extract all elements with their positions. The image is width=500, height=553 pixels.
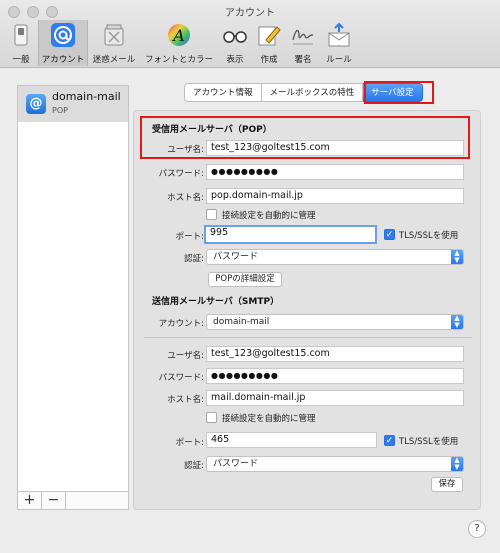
signature-icon [292, 29, 314, 45]
popup-arrows-icon: ▲ ▼ [451, 457, 463, 471]
toolbar-viewing[interactable]: 表示 [220, 20, 250, 66]
accounts-window: アカウント 一般 アカウント 迷惑メール A フォントとカラー 表示 作成 署名… [0, 0, 500, 553]
outgoing-auth-label: 認証: [184, 461, 204, 471]
toolbar-rules[interactable]: ルール [322, 20, 356, 66]
tab-account-info[interactable]: アカウント情報 [184, 83, 262, 102]
at-icon [51, 23, 75, 47]
incoming-auto-manage-checkbox[interactable] [206, 209, 217, 220]
add-account-button[interactable]: + [18, 492, 42, 509]
help-button[interactable]: ? [468, 520, 486, 538]
incoming-password-label: パスワード: [158, 169, 204, 179]
outgoing-username-field[interactable]: test_123@goltest15.com [206, 346, 464, 362]
outgoing-port-field[interactable]: 465 [206, 432, 377, 448]
outgoing-tls-checkbox[interactable]: ✓ [384, 435, 395, 446]
outgoing-host-label: ホスト名: [167, 395, 204, 405]
rules-envelope-icon [328, 22, 350, 47]
incoming-tls-label: TLS/SSLを使用 [399, 231, 459, 241]
toolbar: アカウント 一般 アカウント 迷惑メール A フォントとカラー 表示 作成 署名… [0, 0, 500, 68]
highlight-incoming-server [140, 116, 470, 159]
toolbar-junk-mail[interactable]: 迷惑メール [90, 20, 138, 66]
account-name: domain-mail [52, 90, 121, 103]
toolbar-signatures[interactable]: 署名 [288, 20, 318, 66]
outgoing-port-label: ポート: [175, 438, 204, 448]
save-button[interactable]: 保存 [431, 477, 463, 492]
compose-pencil-icon [258, 26, 281, 46]
popup-arrows-icon: ▲ ▼ [451, 315, 463, 329]
outgoing-auth-popup[interactable]: パスワード ▲ ▼ [206, 456, 464, 472]
highlight-server-settings-tab [364, 81, 434, 104]
toolbar-accounts[interactable]: アカウント [38, 20, 88, 66]
outgoing-account-popup[interactable]: domain-mail ▲ ▼ [206, 314, 464, 330]
outgoing-account-label: アカウント: [158, 319, 204, 329]
server-settings-panel: 受信用メールサーバ（POP） ユーザ名: test_123@goltest15.… [133, 110, 481, 510]
outgoing-tls-label: TLS/SSLを使用 [399, 437, 459, 447]
divider [144, 337, 472, 338]
at-icon: @ [26, 94, 46, 114]
popup-arrows-icon: ▲ ▼ [451, 250, 463, 264]
toolbar-general[interactable]: 一般 [6, 20, 36, 66]
incoming-port-field[interactable]: 995 [204, 225, 377, 244]
remove-account-button[interactable]: − [42, 492, 66, 509]
outgoing-auto-manage-label: 接続設定を自動的に管理 [222, 414, 316, 424]
font-color-icon: A [168, 24, 190, 46]
incoming-auth-label: 認証: [184, 254, 204, 264]
outgoing-password-label: パスワード: [158, 373, 204, 383]
account-list-item[interactable]: @ domain-mail POP [18, 86, 128, 122]
outgoing-password-field[interactable]: ●●●●●●●●● [206, 368, 464, 384]
incoming-auto-manage-label: 接続設定を自動的に管理 [222, 211, 316, 221]
incoming-tls-checkbox[interactable]: ✓ [384, 229, 395, 240]
outgoing-auto-manage-checkbox[interactable] [206, 412, 217, 423]
incoming-port-label: ポート: [175, 232, 204, 242]
junk-trash-icon [104, 24, 124, 46]
pop-advanced-settings-button[interactable]: POPの詳細設定 [208, 272, 282, 287]
switch-icon [14, 24, 28, 46]
account-list-footer: + − [17, 491, 129, 510]
tab-mailbox-behaviors[interactable]: メールボックスの特性 [261, 83, 364, 102]
incoming-host-field[interactable]: pop.domain-mail.jp [206, 188, 464, 204]
outgoing-host-field[interactable]: mail.domain-mail.jp [206, 390, 464, 406]
incoming-auth-popup[interactable]: パスワード ▲ ▼ [206, 249, 464, 265]
outgoing-username-label: ユーザ名: [167, 351, 204, 361]
window-title: アカウント [225, 8, 275, 19]
account-list: @ domain-mail POP [17, 85, 129, 510]
incoming-password-field[interactable]: ●●●●●●●●● [206, 164, 464, 180]
toolbar-composing[interactable]: 作成 [254, 20, 284, 66]
glasses-icon [223, 31, 247, 43]
account-type: POP [52, 106, 68, 115]
incoming-host-label: ホスト名: [167, 193, 204, 203]
outgoing-server-title: 送信用メールサーバ（SMTP） [152, 297, 280, 307]
toolbar-fonts-colors[interactable]: A フォントとカラー [140, 20, 218, 66]
svg-text:A: A [171, 26, 185, 45]
